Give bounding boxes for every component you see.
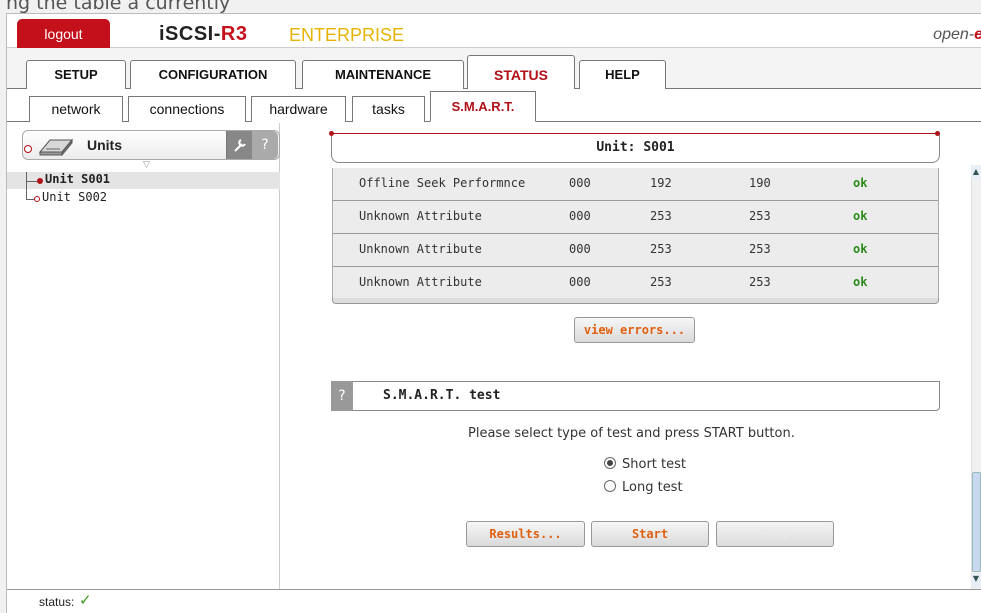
tab-maintenance[interactable]: MAINTENANCE xyxy=(302,60,464,89)
tree-connector-line xyxy=(26,172,27,199)
table-row: Offline Seek Performnce 000 192 190 ok xyxy=(333,168,938,201)
attribute-status: ok xyxy=(853,242,868,256)
status-bar xyxy=(7,589,981,613)
attribute-name: Unknown Attribute xyxy=(359,242,482,256)
attribute-value: 253 xyxy=(650,275,672,289)
attribute-value: 000 xyxy=(569,275,591,289)
attribute-value: 000 xyxy=(569,242,591,256)
attribute-status: ok xyxy=(853,275,868,289)
scroll-up-icon[interactable]: ▲ xyxy=(971,166,981,179)
product-logo: iSCSI-R3 xyxy=(159,23,247,46)
long-test-label: Long test xyxy=(622,480,683,495)
brand-suffix: R3 xyxy=(220,23,248,45)
scrollbar-thumb[interactable] xyxy=(972,472,981,572)
corner-dot-icon xyxy=(935,131,940,136)
help-button[interactable]: ? xyxy=(252,131,278,159)
vendor-logo: open-e xyxy=(933,26,981,44)
status-label: status: xyxy=(39,595,75,609)
brand-prefix: iSCSI- xyxy=(159,23,221,45)
scroll-down-icon[interactable]: ▼ xyxy=(971,573,981,587)
edition-label: ENTERPRISE xyxy=(289,25,405,45)
tree-item-unit-s001[interactable]: Unit S001 xyxy=(45,172,110,186)
main-tab-bar: SETUP CONFIGURATION MAINTENANCE STATUS H… xyxy=(7,48,981,90)
long-test-option[interactable]: Long test xyxy=(604,480,683,495)
radio-checked-icon[interactable] xyxy=(604,457,616,469)
sub-tab-bar: network connections hardware tasks S.M.A… xyxy=(7,89,981,122)
smart-test-title: S.M.A.R.T. test xyxy=(383,388,501,403)
subtab-network[interactable]: network xyxy=(29,96,123,122)
connector-dot-icon xyxy=(24,145,32,153)
tree-node-icon xyxy=(37,178,43,184)
clipped-top-text: ng the table a currently xyxy=(6,0,231,14)
attribute-value: 192 xyxy=(650,176,672,190)
attribute-value: 253 xyxy=(650,242,672,256)
attribute-value: 253 xyxy=(749,209,771,223)
checkmark-icon: ✓ xyxy=(79,591,92,609)
attribute-value: 190 xyxy=(749,176,771,190)
tab-help[interactable]: HELP xyxy=(579,60,666,89)
table-row: Unknown Attribute 000 253 253 ok xyxy=(333,201,938,234)
stop-button[interactable]: Stop xyxy=(716,521,834,547)
attribute-name: Offline Seek Performnce xyxy=(359,176,526,190)
attribute-value: 253 xyxy=(749,275,771,289)
corner-dot-icon xyxy=(329,131,334,136)
attribute-value: 000 xyxy=(569,209,591,223)
app-header: logout iSCSI-R3 ENTERPRISE open-e xyxy=(7,14,981,52)
subtab-connections[interactable]: connections xyxy=(128,96,246,122)
tree-item-unit-s002[interactable]: Unit S002 xyxy=(42,190,107,204)
smart-attributes-table: Offline Seek Performnce 000 192 190 ok U… xyxy=(332,168,939,300)
view-errors-button[interactable]: view errors... xyxy=(574,317,695,343)
test-instructions: Please select type of test and press STA… xyxy=(468,426,795,441)
collapse-chevron-icon[interactable]: ▽ xyxy=(143,160,150,170)
vendor-suffix: e xyxy=(974,26,981,43)
short-test-option[interactable]: Short test xyxy=(604,457,686,472)
attribute-value: 253 xyxy=(749,242,771,256)
start-button[interactable]: Start xyxy=(591,521,709,547)
short-test-label: Short test xyxy=(622,457,686,472)
table-row: Unknown Attribute 000 253 253 ok xyxy=(333,267,938,300)
tab-status[interactable]: STATUS xyxy=(467,55,575,90)
attribute-value: 000 xyxy=(569,176,591,190)
subtab-tasks[interactable]: tasks xyxy=(352,96,425,122)
table-footer xyxy=(332,298,939,304)
attribute-value: 253 xyxy=(650,209,672,223)
table-row: Unknown Attribute 000 253 253 ok xyxy=(333,234,938,267)
subtab-smart[interactable]: S.M.A.R.T. xyxy=(430,91,536,122)
tree-node-icon xyxy=(34,196,40,202)
attribute-name: Unknown Attribute xyxy=(359,209,482,223)
results-button[interactable]: Results... xyxy=(466,521,585,547)
panel-accent-line xyxy=(331,133,940,134)
attribute-status: ok xyxy=(853,209,868,223)
attribute-name: Unknown Attribute xyxy=(359,275,482,289)
radio-unchecked-icon[interactable] xyxy=(604,480,616,492)
subtab-hardware[interactable]: hardware xyxy=(251,96,346,122)
unit-title: Unit: S001 xyxy=(596,140,675,155)
units-panel-title: Units xyxy=(87,137,122,153)
tab-configuration[interactable]: CONFIGURATION xyxy=(130,60,296,89)
tab-setup[interactable]: SETUP xyxy=(26,60,126,89)
vendor-prefix: open- xyxy=(933,26,975,43)
smart-help-button[interactable]: ? xyxy=(331,381,353,411)
attribute-status: ok xyxy=(853,176,868,190)
wrench-icon[interactable] xyxy=(226,131,252,159)
disk-drive-icon xyxy=(34,138,74,160)
